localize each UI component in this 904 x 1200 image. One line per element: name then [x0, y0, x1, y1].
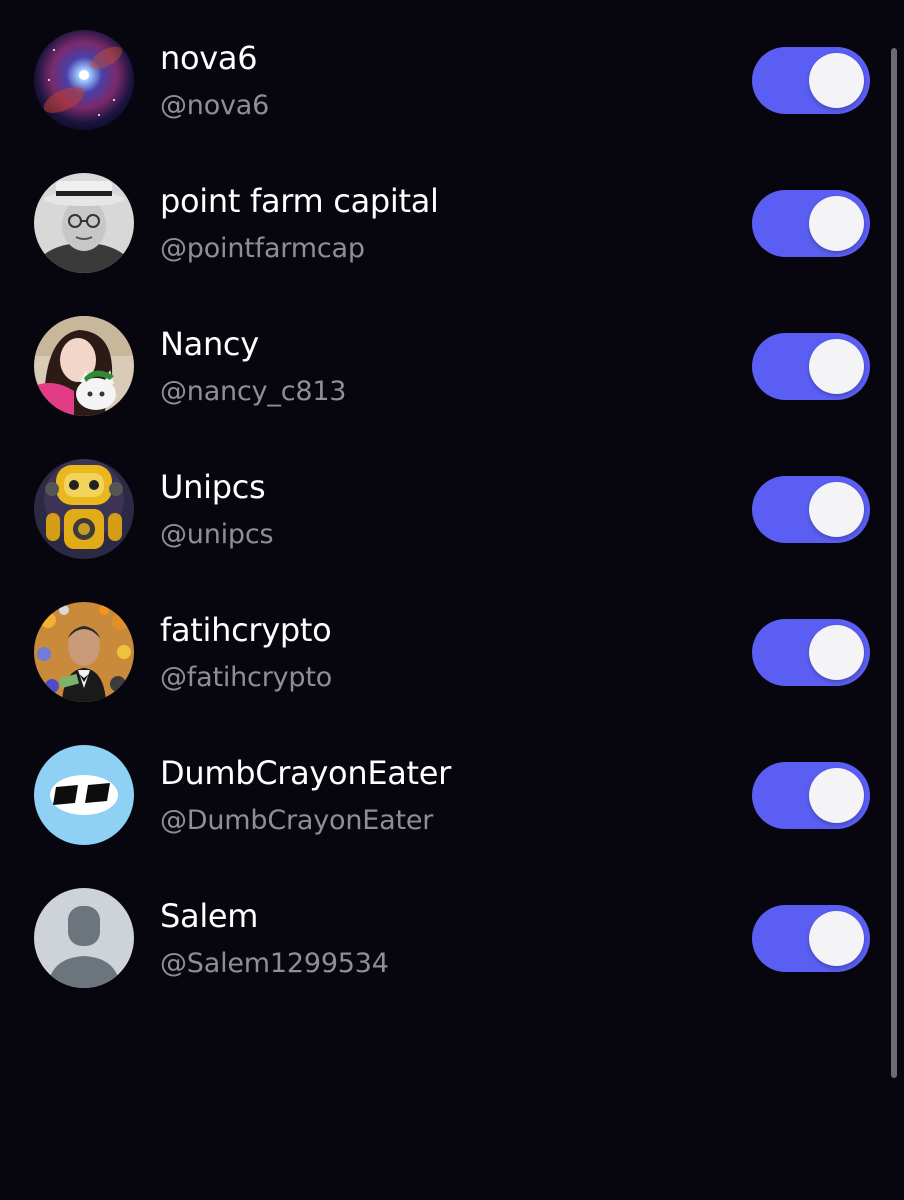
account-handle: @Salem1299534 — [160, 948, 389, 979]
account-name: Nancy — [160, 325, 259, 363]
vertical-scrollbar[interactable] — [891, 48, 897, 1078]
follow-toggle[interactable] — [752, 905, 870, 972]
account-handle: @DumbCrayonEater — [160, 805, 434, 836]
account-handle: @fatihcrypto — [160, 662, 333, 693]
follow-toggle[interactable] — [752, 333, 870, 400]
list-item: DumbCrayonEater @DumbCrayonEater — [0, 745, 904, 888]
account-name: fatihcrypto — [160, 611, 332, 649]
selfie-with-cat-avatar[interactable] — [34, 316, 134, 416]
list-item: point farm capital @pointfarmcap — [0, 173, 904, 316]
galaxy-avatar[interactable] — [34, 30, 134, 130]
account-name: nova6 — [160, 39, 258, 77]
list-item: Salem @Salem1299534 — [0, 888, 904, 1031]
account-handle: @nancy_c813 — [160, 376, 347, 407]
cartoon-eyes-avatar[interactable] — [34, 745, 134, 845]
toggle-knob — [809, 53, 864, 108]
toggle-knob — [809, 482, 864, 537]
toggle-knob — [809, 768, 864, 823]
follow-toggle[interactable] — [752, 762, 870, 829]
toggle-knob — [809, 339, 864, 394]
default-person-avatar[interactable] — [34, 888, 134, 988]
account-name: point farm capital — [160, 182, 439, 220]
follow-toggle[interactable] — [752, 476, 870, 543]
toggle-knob — [809, 625, 864, 680]
yellow-robot-avatar[interactable] — [34, 459, 134, 559]
toggle-knob — [809, 911, 864, 966]
account-name: Salem — [160, 897, 259, 935]
account-name: DumbCrayonEater — [160, 754, 452, 792]
follow-toggle[interactable] — [752, 190, 870, 257]
account-handle: @nova6 — [160, 90, 270, 121]
list-item: nova6 @nova6 — [0, 30, 904, 173]
godfather-crypto-avatar[interactable] — [34, 602, 134, 702]
toggle-knob — [809, 196, 864, 251]
follow-toggle[interactable] — [752, 47, 870, 114]
account-handle: @unipcs — [160, 519, 274, 550]
list-item: Unipcs @unipcs — [0, 459, 904, 602]
account-handle: @pointfarmcap — [160, 233, 365, 264]
list-item: fatihcrypto @fatihcrypto — [0, 602, 904, 745]
follow-list-screen: nova6 @nova6 point farm capital @pointfa… — [0, 0, 904, 1200]
account-name: Unipcs — [160, 468, 266, 506]
vintage-portrait-avatar[interactable] — [34, 173, 134, 273]
follow-toggle[interactable] — [752, 619, 870, 686]
list-item: Nancy @nancy_c813 — [0, 316, 904, 459]
